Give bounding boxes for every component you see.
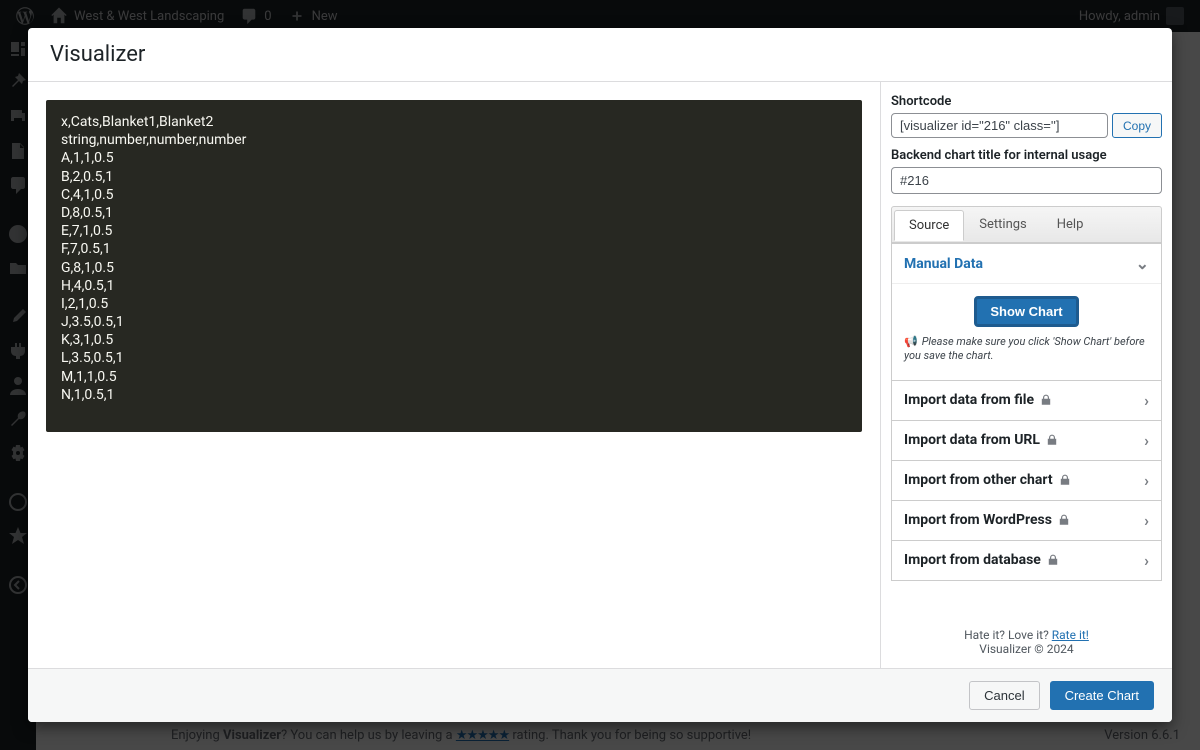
acc-item-db: Import from database › xyxy=(892,540,1161,580)
lock-icon xyxy=(1046,434,1058,446)
cancel-button[interactable]: Cancel xyxy=(969,681,1039,710)
acc-label-db: Import from database xyxy=(904,552,1059,568)
tabs: Source Settings Help xyxy=(891,206,1162,243)
chevron-right-icon: › xyxy=(1144,391,1149,410)
chevron-down-icon: ⌄ xyxy=(1136,254,1149,273)
acc-label-other: Import from other chart xyxy=(904,472,1071,488)
lock-icon xyxy=(1058,514,1070,526)
acc-label-file: Import data from file xyxy=(904,392,1052,408)
modal-title: Visualizer xyxy=(50,42,1150,67)
modal-overlay[interactable]: Visualizer Shortcode Copy Backend chart … xyxy=(0,0,1200,750)
sidebar-footer: Hate it? Love it? Rate it! Visualizer © … xyxy=(881,618,1172,668)
acc-header-file[interactable]: Import data from file › xyxy=(892,381,1161,420)
sidebar-scroll: Shortcode Copy Backend chart title for i… xyxy=(881,82,1172,618)
acc-item-manual: Manual Data ⌄ Show Chart 📢Please make su… xyxy=(892,243,1161,380)
tab-source[interactable]: Source xyxy=(894,210,964,241)
acc-header-manual[interactable]: Manual Data ⌄ xyxy=(892,244,1161,283)
backend-title-label: Backend chart title for internal usage xyxy=(891,148,1162,163)
show-chart-button[interactable]: Show Chart xyxy=(974,296,1078,327)
megaphone-icon: 📢 xyxy=(904,335,918,348)
acc-item-other: Import from other chart › xyxy=(892,460,1161,500)
backend-title-input[interactable] xyxy=(891,167,1162,194)
sidebar-pane: Shortcode Copy Backend chart title for i… xyxy=(880,82,1172,668)
shortcode-input[interactable] xyxy=(891,113,1108,138)
acc-item-url: Import data from URL › xyxy=(892,420,1161,460)
shortcode-label: Shortcode xyxy=(891,94,1162,109)
acc-header-wp[interactable]: Import from WordPress › xyxy=(892,501,1161,540)
lock-icon xyxy=(1047,554,1059,566)
editor-pane xyxy=(28,82,880,668)
chevron-right-icon: › xyxy=(1144,511,1149,530)
modal-header: Visualizer xyxy=(28,28,1172,82)
acc-header-other[interactable]: Import from other chart › xyxy=(892,461,1161,500)
copyright: Visualizer © 2024 xyxy=(891,642,1162,656)
acc-header-url[interactable]: Import data from URL › xyxy=(892,421,1161,460)
chevron-right-icon: › xyxy=(1144,431,1149,450)
lock-icon xyxy=(1059,474,1071,486)
acc-body-manual: Show Chart 📢Please make sure you click '… xyxy=(892,283,1161,380)
rate-line: Hate it? Love it? Rate it! xyxy=(891,628,1162,642)
acc-item-wp: Import from WordPress › xyxy=(892,500,1161,540)
show-chart-note: 📢Please make sure you click 'Show Chart'… xyxy=(904,335,1149,364)
acc-header-db[interactable]: Import from database › xyxy=(892,541,1161,580)
acc-item-file: Import data from file › xyxy=(892,380,1161,420)
source-accordion: Manual Data ⌄ Show Chart 📢Please make su… xyxy=(891,243,1162,581)
chevron-right-icon: › xyxy=(1144,471,1149,490)
copy-button[interactable]: Copy xyxy=(1112,113,1162,138)
acc-label-url: Import data from URL xyxy=(904,432,1058,448)
acc-label-manual: Manual Data xyxy=(904,256,983,272)
modal-footer: Cancel Create Chart xyxy=(28,668,1172,722)
rate-prefix: Hate it? Love it? xyxy=(964,628,1052,642)
visualizer-modal: Visualizer Shortcode Copy Backend chart … xyxy=(28,28,1172,722)
acc-label-wp: Import from WordPress xyxy=(904,512,1070,528)
lock-icon xyxy=(1040,394,1052,406)
tab-settings[interactable]: Settings xyxy=(964,209,1041,240)
note-text: Please make sure you click 'Show Chart' … xyxy=(904,335,1145,362)
modal-body: Shortcode Copy Backend chart title for i… xyxy=(28,82,1172,668)
csv-editor[interactable] xyxy=(46,100,862,432)
chevron-right-icon: › xyxy=(1144,551,1149,570)
rate-link[interactable]: Rate it! xyxy=(1052,628,1089,642)
tab-help[interactable]: Help xyxy=(1042,209,1099,240)
create-chart-button[interactable]: Create Chart xyxy=(1050,681,1154,710)
shortcode-row: Copy xyxy=(891,113,1162,138)
